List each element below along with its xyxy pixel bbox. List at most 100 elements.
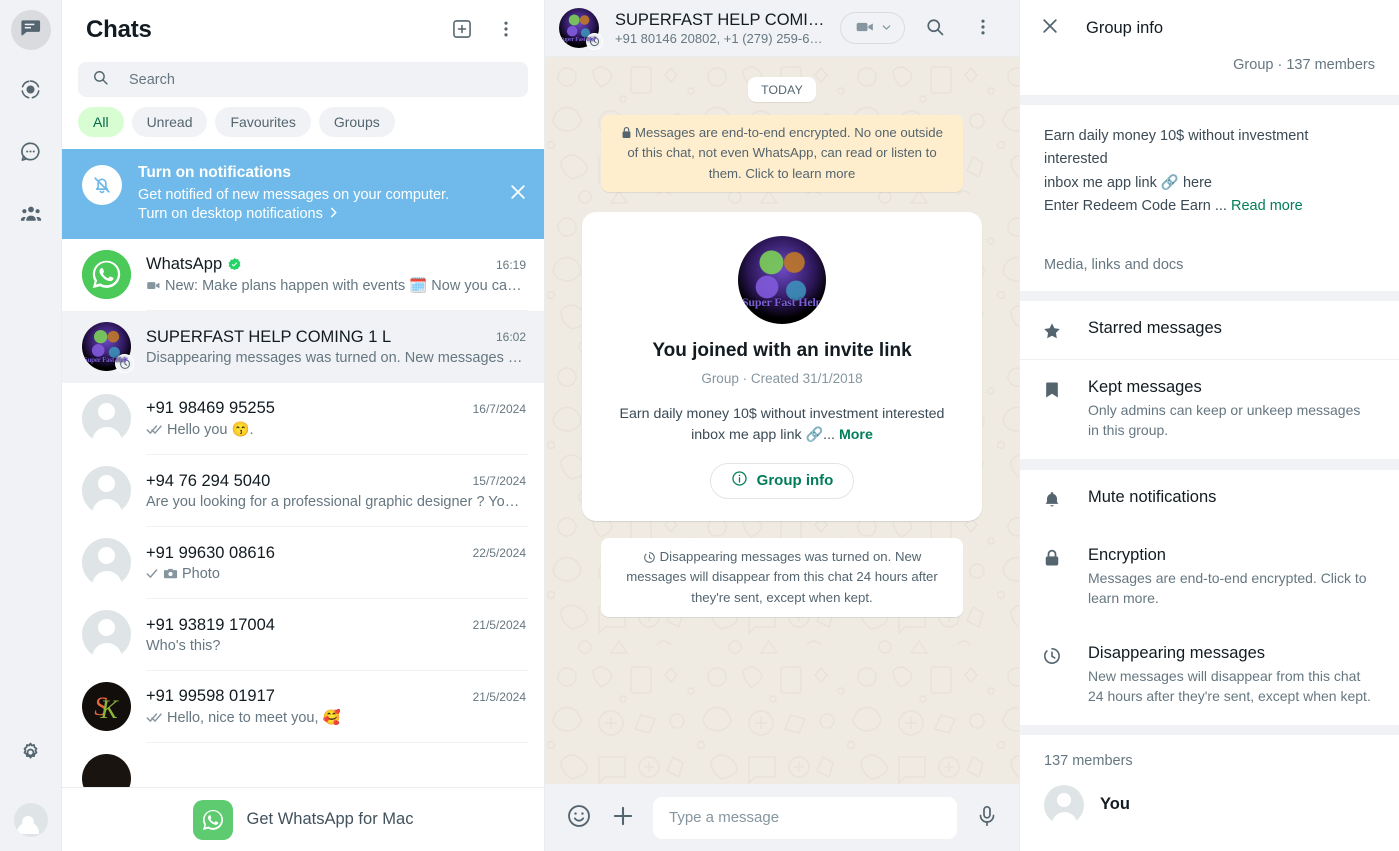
timer-icon [1042,646,1062,666]
emoji-button[interactable] [565,804,593,832]
group-photo: Super Fast Help [82,322,131,372]
chat-preview: Hello, nice to meet you, 🥰 [167,710,341,727]
search-icon [92,69,109,91]
list-item-body: SUPERFAST HELP COMING 1 L 16:02 Disappea… [146,311,528,383]
chat-list-panel: Chats Search All Unread Favourites Group… [62,0,545,851]
rail-profile[interactable] [13,803,48,851]
list-item-body: +91 93819 17004 21/5/2024 Who's this? [146,599,528,672]
page-title: Chats [86,16,152,43]
notification-link[interactable]: Turn on desktop notifications [138,205,492,225]
double-check-icon [146,422,163,437]
list-item-body: +94 76 294 5040 15/7/2024 Are you lookin… [146,455,528,528]
group-photo[interactable]: Super Fast Help [738,236,826,325]
chat-name: +91 98469 95255 [146,399,275,418]
search-wrapper: Search [62,60,544,107]
group-info-button[interactable]: Group info [709,462,855,499]
list-item-line2: New: Make plans happen with events 🗓️ No… [146,277,526,294]
media-links-docs-label: Media, links and docs [1044,256,1184,273]
video-icon [146,278,161,293]
rail-item-status[interactable] [11,72,51,112]
avatar[interactable]: Super Fast Help [559,8,603,50]
encryption-item[interactable]: Encryption Messages are end-to-end encry… [1020,528,1399,627]
rail-item-communities[interactable] [11,196,51,236]
filter-chip-favourites[interactable]: Favourites [215,107,311,137]
chat-name: +94 76 294 5040 [146,471,271,490]
close-icon [508,184,528,206]
rail-item-chats[interactable] [10,10,51,50]
list-item-body: +91 99630 08616 22/5/2024 Photo [146,527,528,600]
overflow-menu-icon [973,17,993,40]
disappearing-messages-label: Disappearing messages [1088,644,1266,663]
encryption-sub: Messages are end-to-end encrypted. Click… [1088,569,1367,606]
list-item-line1: +91 99598 01917 21/5/2024 [146,687,526,706]
search-input[interactable]: Search [78,62,528,97]
filter-chip-groups[interactable]: Groups [318,107,395,137]
mute-notifications-item[interactable]: Mute notifications [1020,470,1399,528]
list-item-line2: Hello you 😙. [146,421,526,438]
group-description-line3: Enter Redeem Code Earn ... [1044,198,1227,215]
list-item[interactable]: SK +91 99598 01917 21/5/2024 Hello, nice… [62,671,544,744]
chat-time: 22/5/2024 [472,546,526,561]
list-item-line2: Hello, nice to meet you, 🥰 [146,709,526,726]
rail-item-settings[interactable] [11,741,51,781]
gear-icon [19,741,42,769]
group-description-line2: inbox me app link 🔗 here [1044,174,1212,191]
emoji-icon [566,803,592,832]
avatar [13,803,48,837]
chat-time: 15/7/2024 [472,474,526,489]
section-divider [1020,290,1399,301]
attach-button[interactable] [609,804,637,832]
message-input[interactable]: Type a message [653,796,957,839]
filter-chip-all[interactable]: All [78,107,124,137]
conversation-search-button[interactable] [917,10,953,46]
members-count: 137 members [1044,752,1133,769]
whatsapp-logo-icon [192,799,233,840]
list-item[interactable]: +91 93819 17004 21/5/2024 Who's this? [62,599,544,672]
chat-filters: All Unread Favourites Groups [62,107,544,149]
video-call-button[interactable] [840,12,905,44]
voice-message-button[interactable] [973,804,1001,832]
list-item[interactable]: +94 76 294 5040 15/7/2024 Are you lookin… [62,455,544,528]
group-info-close-button[interactable] [1040,16,1060,41]
chats-icon [19,16,42,44]
encryption-text: Encryption Messages are end-to-end encry… [1088,546,1375,609]
search-placeholder: Search [129,71,175,88]
chat-name: WhatsApp [146,255,223,274]
list-item[interactable]: Super Fast Help SUPERFAST HELP COMING 1 … [62,311,544,384]
lock-icon [1042,548,1062,568]
group-description-read-more[interactable]: Read more [1231,198,1303,214]
avatar: SK [82,682,131,732]
conversation-header[interactable]: Super Fast Help SUPERFAST HELP COMING 1 … [545,0,1019,57]
media-links-docs-item[interactable]: Media, links and docs [1020,241,1399,291]
new-chat-button[interactable] [444,12,480,48]
starred-messages-item[interactable]: Starred messages [1020,301,1399,360]
list-item-body: +91 98469 95255 16/7/2024 Hello you 😙. [146,383,528,456]
message-composer: Type a message [545,784,1019,851]
notification-banner[interactable]: Turn on notifications Get notified of ne… [62,149,544,240]
section-divider [1020,459,1399,470]
new-chat-icon [451,18,473,43]
list-item[interactable]: +91 99630 08616 22/5/2024 Photo [62,527,544,600]
invite-card-more-link[interactable]: More [839,427,873,443]
avatar [82,610,131,660]
list-item[interactable]: You [1020,779,1399,831]
kept-messages-item[interactable]: Kept messages Only admins can keep or un… [1020,360,1399,460]
list-item[interactable]: WhatsApp 16:19 New: Make plans happen wi… [62,239,544,312]
conversation-menu-button[interactable] [965,10,1001,46]
chat-list-menu-button[interactable] [488,12,524,48]
group-info-hero: Group · 137 members [1020,57,1399,95]
chat-preview: New: Make plans happen with events 🗓️ No… [165,278,526,295]
conversation-body: TODAY Messages are end-to-end encrypted.… [545,57,1019,784]
filter-chip-unread[interactable]: Unread [131,107,208,137]
disappearing-messages-item[interactable]: Disappearing messages New messages will … [1020,626,1399,725]
list-item[interactable]: +91 98469 95255 16/7/2024 Hello you 😙. [62,383,544,456]
encryption-notice[interactable]: Messages are end-to-end encrypted. No on… [601,115,963,193]
list-item-body: WhatsApp 16:19 New: Make plans happen wi… [146,239,528,312]
chat-name: SUPERFAST HELP COMING 1 L [146,327,392,346]
rail-item-channels[interactable] [11,134,51,174]
starred-messages-label: Starred messages [1088,318,1222,337]
get-whatsapp-bar[interactable]: Get WhatsApp for Mac [62,787,544,851]
list-item-line2: Disappearing messages was turned on. New… [146,350,526,366]
chat-time: 16:02 [495,330,526,345]
notification-close-button[interactable] [508,182,528,207]
